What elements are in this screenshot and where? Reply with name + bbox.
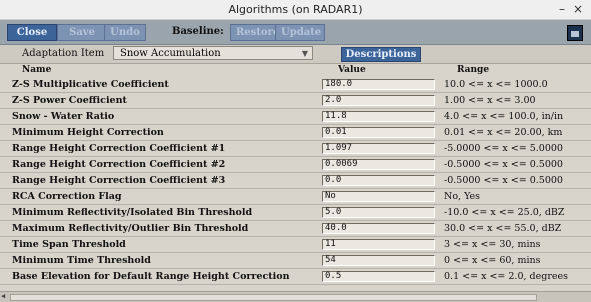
save-button[interactable]: Save <box>57 24 107 41</box>
row-range: 0.1 <= x <= 2.0, degrees <box>444 271 568 282</box>
value-input[interactable]: 1.097 <box>322 143 435 154</box>
baseline-label: Baseline: <box>172 26 224 37</box>
table-row: Maximum Reflectivity/Outlier Bin Thresho… <box>0 221 591 237</box>
row-name: Range Height Correction Coefficient #2 <box>12 159 226 170</box>
row-name: Minimum Time Threshold <box>12 255 151 266</box>
row-name: Z-S Power Coefficient <box>12 95 127 106</box>
value-input[interactable]: No <box>322 191 435 202</box>
table-row: Minimum Reflectivity/Isolated Bin Thresh… <box>0 205 591 221</box>
row-range: 3 <= x <= 30, mins <box>444 239 541 250</box>
toolbar: Close Save Undo Baseline: Restore Update <box>0 20 591 45</box>
value-input[interactable]: 54 <box>322 255 435 266</box>
scroll-left-icon[interactable]: ◀ <box>1 292 5 300</box>
value-input[interactable]: 40.0 <box>322 223 435 234</box>
table-row: Z-S Power Coefficient 2.0 1.00 <= x <= 3… <box>0 93 591 109</box>
row-name: Snow - Water Ratio <box>12 111 115 122</box>
row-name: Time Span Threshold <box>12 239 126 250</box>
value-input[interactable]: 5.0 <box>322 207 435 218</box>
table-header: Name Value Range <box>0 64 591 76</box>
minimize-button[interactable]: – <box>559 2 565 16</box>
adaptation-item-select[interactable]: Snow Accumulation ▼ <box>113 46 313 60</box>
row-range: -10.0 <= x <= 25.0, dBZ <box>444 207 565 218</box>
title-bar: Algorithms (on RADAR1) – × <box>0 0 591 20</box>
table-row: RCA Correction Flag No No, Yes <box>0 189 591 205</box>
row-name: Range Height Correction Coefficient #1 <box>12 143 226 154</box>
row-name: Minimum Height Correction <box>12 127 164 138</box>
undo-button[interactable]: Undo <box>104 24 146 41</box>
table-row: Minimum Height Correction 0.01 0.01 <= x… <box>0 125 591 141</box>
close-window-button[interactable]: × <box>573 2 583 16</box>
row-range: -5.0000 <= x <= 5.0000 <box>444 143 563 154</box>
value-column-header: Value <box>338 65 366 75</box>
update-button[interactable]: Update <box>275 24 325 41</box>
close-button[interactable]: Close <box>7 24 57 41</box>
adaptation-item-selected: Snow Accumulation <box>120 48 221 59</box>
row-range: 10.0 <= x <= 1000.0 <box>444 79 548 90</box>
row-name: RCA Correction Flag <box>12 191 122 202</box>
adaptation-item-label: Adaptation Item <box>22 48 105 59</box>
row-range: 0.01 <= x <= 20.00, km <box>444 127 563 138</box>
row-name: Maximum Reflectivity/Outlier Bin Thresho… <box>12 223 249 234</box>
value-input[interactable]: 11 <box>322 239 435 250</box>
value-input[interactable]: 11.8 <box>322 111 435 122</box>
value-input[interactable]: 180.0 <box>322 79 435 90</box>
value-input[interactable]: 0.5 <box>322 271 435 282</box>
descriptions-button[interactable]: Descriptions <box>341 47 421 62</box>
table-row: Minimum Time Threshold 54 0 <= x <= 60, … <box>0 253 591 269</box>
row-range: 30.0 <= x <= 55.0, dBZ <box>444 223 562 234</box>
row-range: 0 <= x <= 60, mins <box>444 255 541 266</box>
range-column-header: Range <box>457 65 490 75</box>
table-row: Z-S Multiplicative Coefficient 180.0 10.… <box>0 77 591 93</box>
table-row: Base Elevation for Default Range Height … <box>0 269 591 285</box>
name-column-header: Name <box>22 65 52 75</box>
row-name: Minimum Reflectivity/Isolated Bin Thresh… <box>12 207 253 218</box>
value-input[interactable]: 0.0069 <box>322 159 435 170</box>
table-row: Range Height Correction Coefficient #2 0… <box>0 157 591 173</box>
row-name: Base Elevation for Default Range Height … <box>12 271 290 282</box>
table-row: Range Height Correction Coefficient #1 1… <box>0 141 591 157</box>
adaptation-item-bar: Adaptation Item Snow Accumulation ▼ Desc… <box>0 45 591 64</box>
row-name: Range Height Correction Coefficient #3 <box>12 175 226 186</box>
value-input[interactable]: 0.01 <box>322 127 435 138</box>
lock-icon[interactable] <box>567 25 583 41</box>
parameter-table: Z-S Multiplicative Coefficient 180.0 10.… <box>0 77 591 286</box>
dropdown-arrow-icon: ▼ <box>301 49 308 58</box>
row-range: 4.0 <= x <= 100.0, in/in <box>444 111 564 122</box>
value-input[interactable]: 2.0 <box>322 95 435 106</box>
row-name: Z-S Multiplicative Coefficient <box>12 79 169 90</box>
row-range: -0.5000 <= x <= 0.5000 <box>444 175 563 186</box>
table-row: Range Height Correction Coefficient #3 0… <box>0 173 591 189</box>
row-range: 1.00 <= x <= 3.00 <box>444 95 536 106</box>
window-title: Algorithms (on RADAR1) <box>228 3 363 16</box>
table-row: Snow - Water Ratio 11.8 4.0 <= x <= 100.… <box>0 109 591 125</box>
horizontal-scrollbar[interactable]: ◀ <box>0 291 591 302</box>
row-range: -0.5000 <= x <= 0.5000 <box>444 159 563 170</box>
value-input[interactable]: 0.0 <box>322 175 435 186</box>
scrollbar-thumb[interactable] <box>10 294 537 301</box>
table-row: Time Span Threshold 11 3 <= x <= 30, min… <box>0 237 591 253</box>
row-range: No, Yes <box>444 191 481 202</box>
